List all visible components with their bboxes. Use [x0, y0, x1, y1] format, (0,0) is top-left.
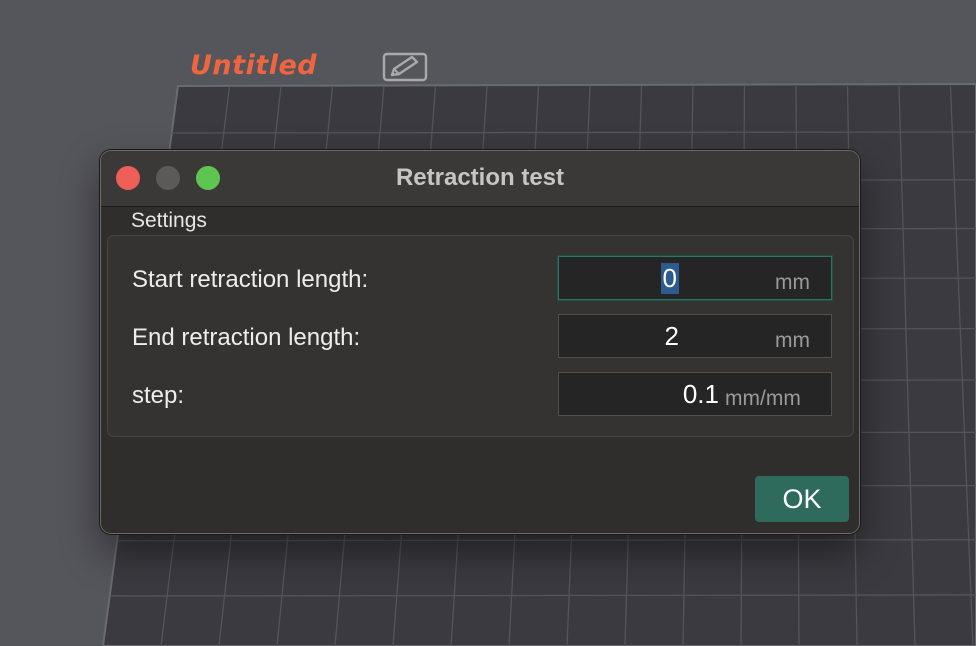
retraction-test-dialog: Retraction test Settings Start retractio… [100, 150, 860, 534]
step-unit: mm/mm [725, 387, 801, 410]
dialog-titlebar[interactable]: Retraction test [101, 151, 859, 207]
start-retraction-length-value[interactable]: 0 [660, 263, 679, 294]
settings-group: Start retraction length: 0 mm End retrac… [107, 235, 854, 437]
start-retraction-length-label: Start retraction length: [132, 266, 369, 293]
end-retraction-length-label: End retraction length: [132, 324, 361, 351]
edit-pencil-icon[interactable] [382, 51, 430, 83]
app-canvas: Untitled Retraction test Settings Start … [0, 0, 976, 646]
step-input[interactable]: 0.1 mm/mm [558, 372, 832, 416]
start-retraction-length-input[interactable]: 0 mm [558, 256, 832, 300]
settings-group-label: Settings [131, 209, 207, 232]
project-title[interactable]: Untitled [190, 50, 317, 81]
step-label: step: [132, 382, 185, 409]
step-value[interactable]: 0.1 [683, 379, 719, 410]
end-retraction-length-value[interactable]: 2 [665, 321, 679, 352]
dialog-title: Retraction test [395, 164, 565, 191]
ok-button[interactable]: OK [755, 476, 849, 522]
end-retraction-length-input[interactable]: 2 mm [558, 314, 832, 358]
start-retraction-length-unit: mm [775, 271, 810, 294]
end-retraction-length-unit: mm [775, 329, 810, 352]
